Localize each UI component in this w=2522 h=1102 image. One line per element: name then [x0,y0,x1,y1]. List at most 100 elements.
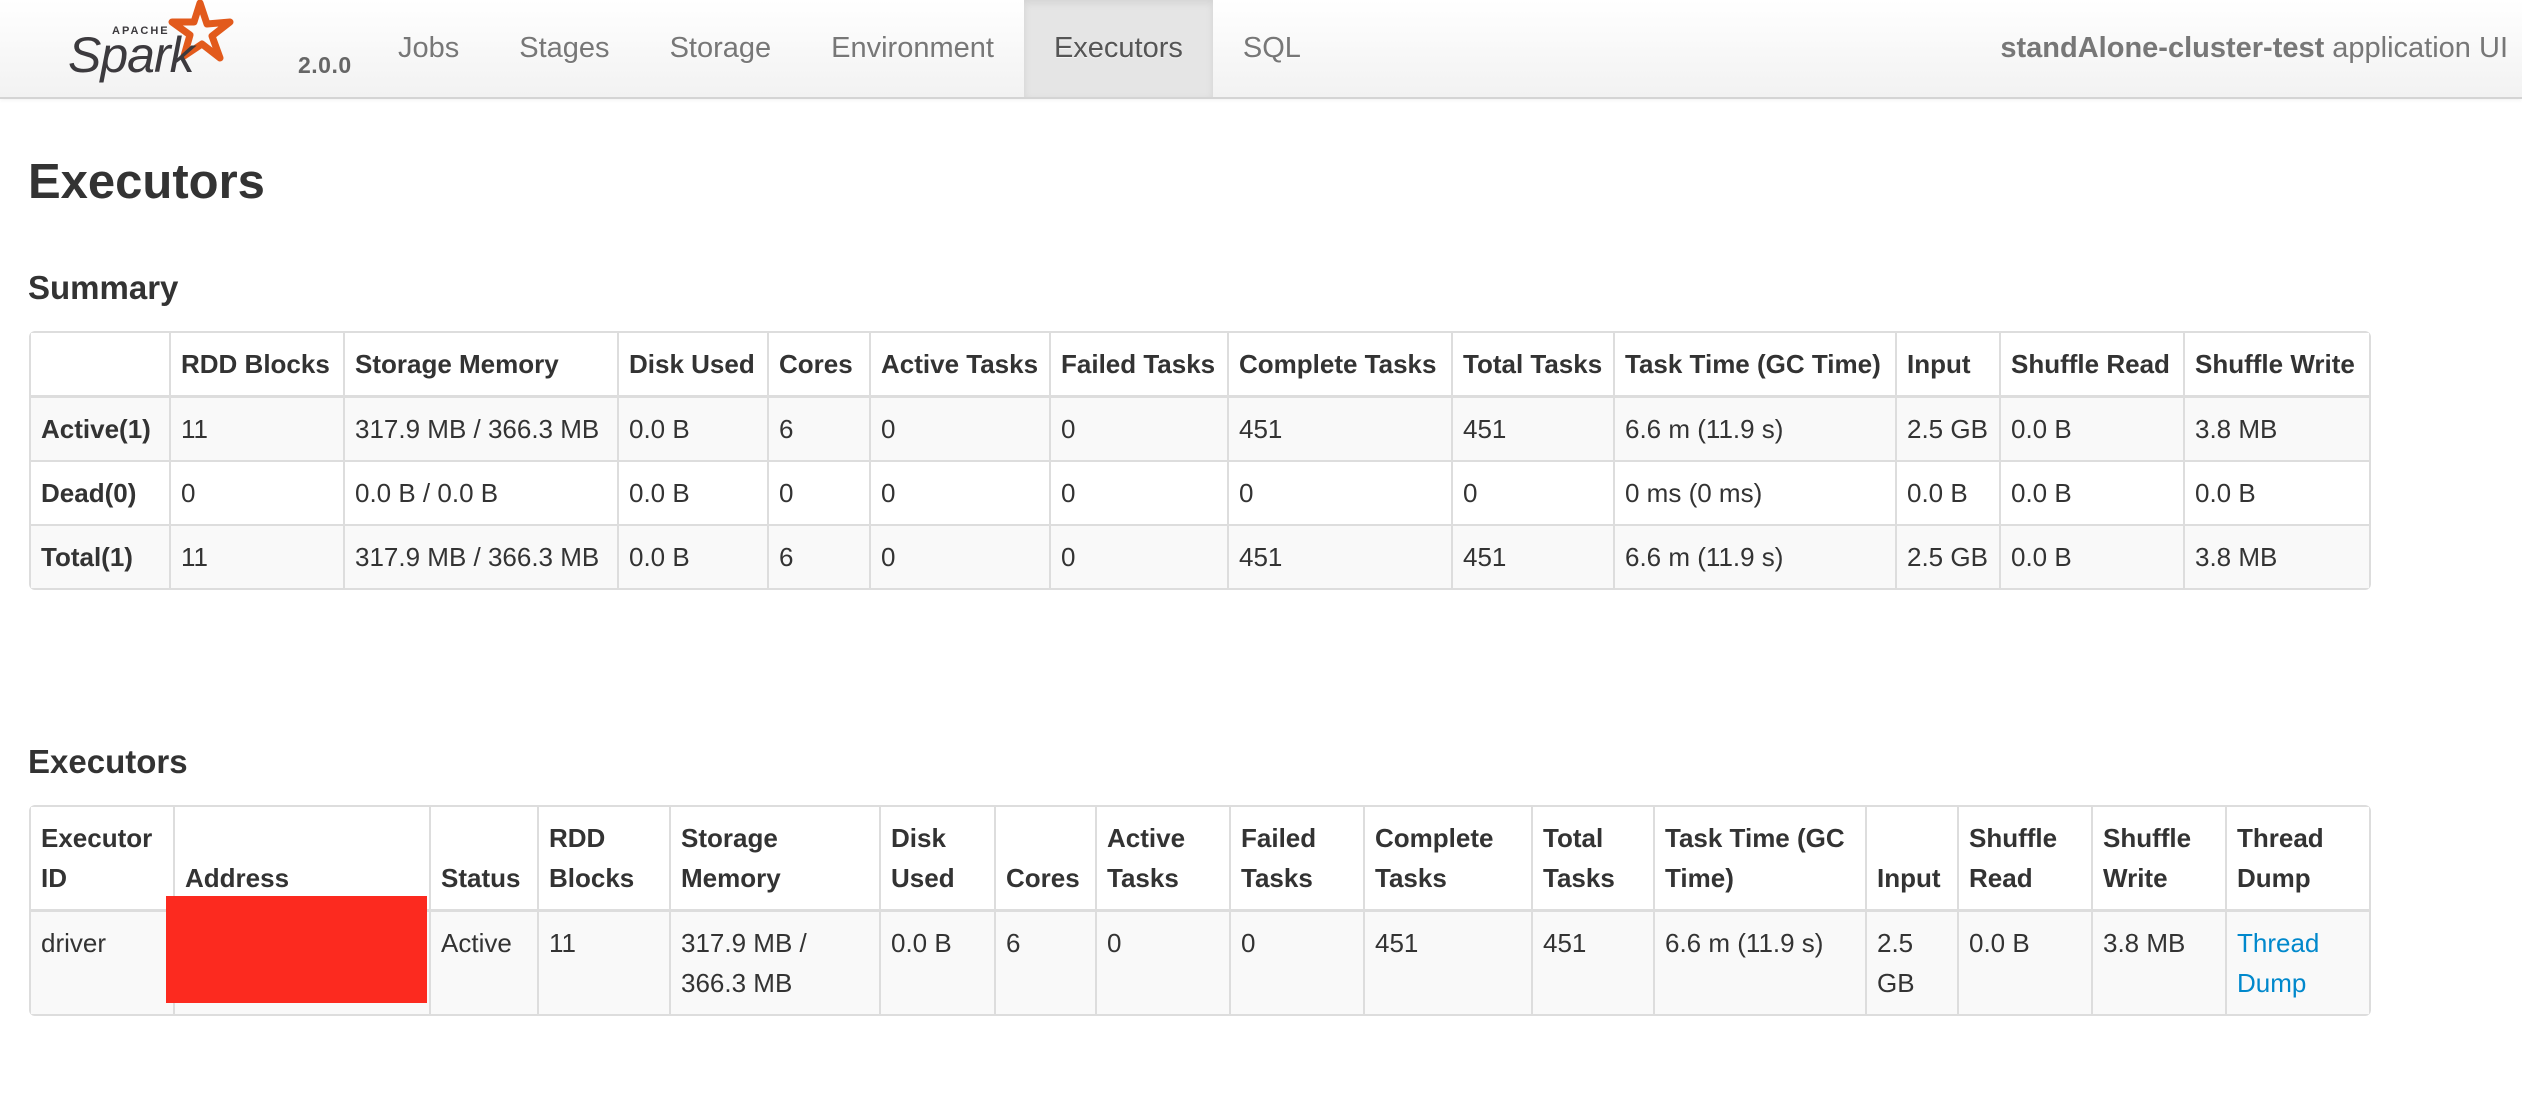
summary-cell-input: 2.5 GB [1895,396,1999,460]
summary-header-cores[interactable]: Cores [767,333,869,396]
executors-header-total-tasks[interactable]: Total Tasks [1531,807,1653,910]
summary-cell-rdd-blocks: 0 [169,460,343,524]
executors-header-row: Executor ID Address Status RDD Blocks Storag… [31,807,2369,910]
executors-header-rdd-blocks[interactable]: RDD Blocks [537,807,669,910]
executor-cell-active-tasks: 0 [1095,910,1229,1014]
executor-cell-task-time-gc-time: 6.6 m (11.9 s) [1653,910,1865,1014]
summary-header-shuffle-read[interactable]: Shuffle Read [1999,333,2183,396]
summary-cell-total-tasks: 451 [1451,524,1613,588]
summary-cell-complete-tasks: 451 [1227,396,1451,460]
app-name: standAlone-cluster-test [2000,32,2325,64]
tab-jobs[interactable]: Jobs [368,0,489,97]
executors-header-failed-tasks[interactable]: Failed Tasks [1229,807,1363,910]
summary-cell-task-time-gc-time: 6.6 m (11.9 s) [1613,524,1895,588]
summary-header-rdd-blocks[interactable]: RDD Blocks [169,333,343,396]
summary-cell-storage-memory: 0.0 B / 0.0 B [343,460,617,524]
summary-cell-active-tasks: 0 [869,460,1049,524]
summary-cell-input: 2.5 GB [1895,524,1999,588]
summary-cell-active-tasks: 0 [869,396,1049,460]
executors-header-status[interactable]: Status [429,807,537,910]
summary-header-task-time-gc-time[interactable]: Task Time (GC Time) [1613,333,1895,396]
summary-cell-rdd-blocks: 11 [169,524,343,588]
summary-header-storage-memory[interactable]: Storage Memory [343,333,617,396]
summary-row-label: Dead(0) [31,460,169,524]
executor-cell-shuffle-write: 3.8 MB [2091,910,2225,1014]
summary-cell-shuffle-read: 0.0 B [1999,524,2183,588]
executors-header-address[interactable]: Address [173,807,429,910]
executor-cell-executor-id: driver [31,910,173,1014]
tab-environment[interactable]: Environment [801,0,1024,97]
application-title: standAlone-cluster-test application UI [2000,0,2508,97]
summary-table: RDD Blocks Storage Memory Disk Used Cores Ac… [29,331,2371,590]
summary-header-failed-tasks[interactable]: Failed Tasks [1049,333,1227,396]
brand-word-text: Spark [68,27,198,83]
summary-row-label: Active(1) [31,396,169,460]
summary-cell-shuffle-read: 0.0 B [1999,460,2183,524]
summary-cell-shuffle-write: 3.8 MB [2183,524,2369,588]
summary-cell-cores: 6 [767,396,869,460]
summary-row-dead-0: Dead(0) 0 0.0 B / 0.0 B 0.0 B000000 ms (0 m… [31,460,2369,524]
executor-cell-storage-memory: 317.9 MB / 366.3 MB [669,910,879,1014]
summary-cell-rdd-blocks: 11 [169,396,343,460]
summary-cell-failed-tasks: 0 [1049,524,1227,588]
executors-heading: Executors [28,743,188,780]
summary-header-active-tasks[interactable]: Active Tasks [869,333,1049,396]
summary-header-row: RDD Blocks Storage Memory Disk Used Cores Ac… [31,333,2369,396]
top-navbar: APACHE Spark 2.0.0 Jobs Stages Storage E… [0,0,2522,99]
tab-sql[interactable]: SQL [1213,0,1331,97]
tab-stages[interactable]: Stages [489,0,639,97]
summary-cell-shuffle-read: 0.0 B [1999,396,2183,460]
summary-cell-complete-tasks: 451 [1227,524,1451,588]
executor-cell-input: 2.5 GB [1865,910,1957,1014]
summary-cell-disk-used: 0.0 B [617,460,767,524]
executors-header-cores[interactable]: Cores [994,807,1095,910]
executor-cell-shuffle-read: 0.0 B [1957,910,2091,1014]
summary-cell-input: 0.0 B [1895,460,1999,524]
summary-row-label: Total(1) [31,524,169,588]
summary-cell-storage-memory: 317.9 MB / 366.3 MB [343,524,617,588]
executors-header-storage-memory[interactable]: Storage Memory [669,807,879,910]
summary-cell-task-time-gc-time: 0 ms (0 ms) [1613,460,1895,524]
summary-cell-active-tasks: 0 [869,524,1049,588]
thread-dump-link[interactable]: Thread Dump [2237,928,2319,998]
executors-header-thread-dump[interactable]: Thread Dump [2225,807,2369,910]
executors-header-disk-used[interactable]: Disk Used [879,807,994,910]
summary-header-shuffle-write[interactable]: Shuffle Write [2183,333,2369,396]
executor-cell-disk-used: 0.0 B [879,910,994,1014]
page-title: Executors [28,155,265,209]
executors-header-complete-tasks[interactable]: Complete Tasks [1363,807,1531,910]
main-nav: Jobs Stages Storage Environment Executor… [368,0,1331,97]
summary-cell-complete-tasks: 0 [1227,460,1451,524]
summary-cell-task-time-gc-time: 6.6 m (11.9 s) [1613,396,1895,460]
summary-cell-shuffle-write: 3.8 MB [2183,396,2369,460]
app-suffix: application UI [2332,32,2508,64]
tab-storage[interactable]: Storage [640,0,802,97]
summary-cell-failed-tasks: 0 [1049,396,1227,460]
summary-cell-storage-memory: 317.9 MB / 366.3 MB [343,396,617,460]
executors-header-active-tasks[interactable]: Active Tasks [1095,807,1229,910]
summary-header-disk-used[interactable]: Disk Used [617,333,767,396]
summary-row-active-1: Active(1) 11 317.9 MB / 366.3 MB 0.0 B 6 0 0 45… [31,396,2369,460]
executor-cell-total-tasks: 451 [1531,910,1653,1014]
summary-cell-shuffle-write: 0.0 B [2183,460,2369,524]
executors-header-shuffle-read[interactable]: Shuffle Read [1957,807,2091,910]
executor-cell-complete-tasks: 451 [1363,910,1531,1014]
tab-executors[interactable]: Executors [1023,0,1213,97]
summary-cell-total-tasks: 451 [1451,396,1613,460]
summary-cell-total-tasks: 0 [1451,460,1613,524]
summary-row-total-1: Total(1) 11 317.9 MB / 366.3 MB 0.0 B 6 0 0 451… [31,524,2369,588]
executors-header-task-time-gc-time[interactable]: Task Time (GC Time) [1653,807,1865,910]
executor-cell-thread-dump: Thread Dump [2225,910,2369,1014]
executors-header-executor-id[interactable]: Executor ID [31,807,173,910]
summary-header-complete-tasks[interactable]: Complete Tasks [1227,333,1451,396]
summary-cell-disk-used: 0.0 B [617,396,767,460]
summary-header-input[interactable]: Input [1895,333,1999,396]
summary-cell-failed-tasks: 0 [1049,460,1227,524]
summary-header-blank[interactable] [31,333,169,396]
executors-header-input[interactable]: Input [1865,807,1957,910]
summary-heading: Summary [28,269,179,306]
redacted-address-block [166,896,427,1003]
executors-header-shuffle-write[interactable]: Shuffle Write [2091,807,2225,910]
spark-logo[interactable]: APACHE Spark 2.0.0 [66,0,351,97]
summary-header-total-tasks[interactable]: Total Tasks [1451,333,1613,396]
